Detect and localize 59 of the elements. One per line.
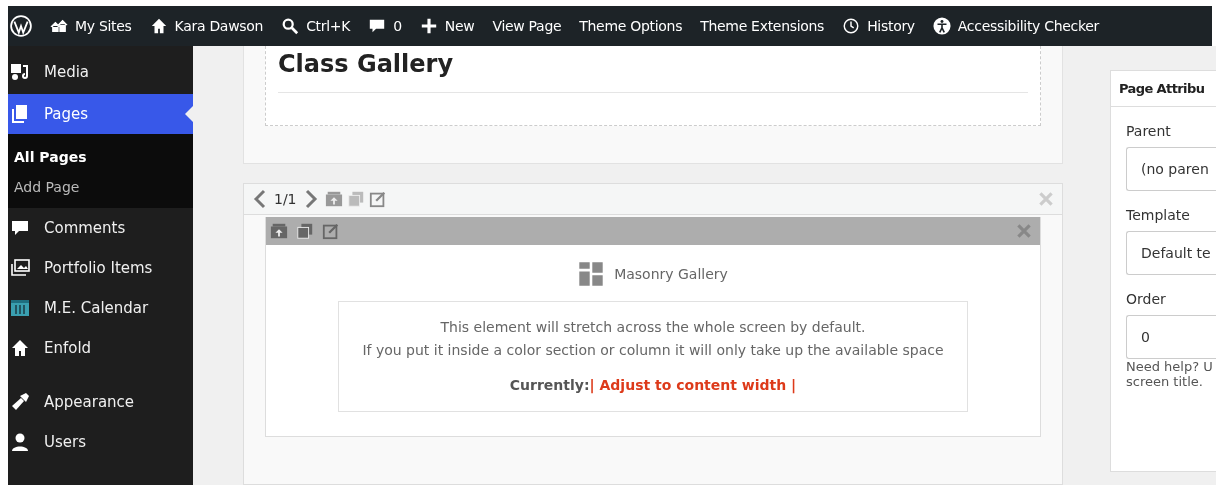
photos-icon xyxy=(10,258,30,278)
pointer-icon xyxy=(185,106,193,122)
menu-item[interactable]: Portfolio Items xyxy=(8,248,193,288)
grid-icon xyxy=(578,261,605,287)
toolbar-link[interactable]: View Page xyxy=(492,18,562,34)
copy-button[interactable] xyxy=(346,190,365,208)
page-counter: 1/1 xyxy=(274,191,297,207)
submenu-item[interactable]: All Pages xyxy=(8,142,193,172)
menu-item[interactable]: Media xyxy=(8,52,193,92)
speech-bubble-icon xyxy=(10,218,30,238)
pages-icon xyxy=(10,104,30,124)
toolbar-link[interactable]: Accessibility Checker xyxy=(957,18,1100,34)
field-label: Template xyxy=(1126,207,1191,223)
notice-text: This element will stretch across the whole screen by default. xyxy=(439,318,867,337)
toolbar-link[interactable]: Theme Options xyxy=(579,18,683,34)
setting-label: Currently: xyxy=(509,377,590,393)
menu-item[interactable]: Users xyxy=(8,422,193,462)
help-text: Need help? U xyxy=(1126,359,1214,374)
toolbar-link[interactable]: Kara Dawson xyxy=(174,18,264,34)
notice-text: If you put it inside a color section or column it will only take up the available space xyxy=(361,341,945,360)
search-icon xyxy=(281,17,300,35)
paintbrush-icon xyxy=(10,392,30,412)
toolbar-link[interactable]: History xyxy=(867,18,915,34)
home-icon xyxy=(10,338,30,358)
section-title: Class Gallery xyxy=(278,50,455,80)
media-icon xyxy=(10,62,30,82)
element-name: Masonry Gallery xyxy=(614,266,728,282)
edit-button[interactable] xyxy=(322,222,340,240)
field-label: Parent xyxy=(1126,123,1172,139)
toolbar-link[interactable]: Theme Extensions xyxy=(700,18,825,34)
menu-item[interactable]: M.E. Calendar xyxy=(8,288,193,328)
history-icon xyxy=(842,17,861,35)
toolbar-link[interactable]: 0 xyxy=(393,18,402,34)
save-button[interactable] xyxy=(270,222,288,240)
plus-icon xyxy=(419,17,438,35)
copy-button[interactable] xyxy=(296,222,314,240)
toolbar-link[interactable]: My Sites xyxy=(75,18,132,34)
select-field[interactable]: 0 xyxy=(1126,315,1216,359)
home-icon xyxy=(149,17,168,35)
setting-value: | Adjust to content width | xyxy=(589,377,797,393)
wordpress-logo-icon xyxy=(10,15,32,37)
calendar-icon xyxy=(10,298,30,318)
menu-item[interactable]: Pages xyxy=(8,94,193,134)
menu-item[interactable]: Appearance xyxy=(8,382,193,422)
help-text: screen title. xyxy=(1126,374,1204,389)
field-label: Order xyxy=(1126,291,1167,307)
select-field[interactable]: Default te xyxy=(1126,231,1216,275)
select-field[interactable]: (no paren xyxy=(1126,147,1216,191)
toolbar-link[interactable]: New xyxy=(444,18,475,34)
menu-item[interactable]: Enfold xyxy=(8,328,193,368)
panel-title: Page Attribu xyxy=(1111,71,1216,107)
menu-item[interactable]: Comments xyxy=(8,208,193,248)
toolbar-link[interactable]: Ctrl+K xyxy=(306,18,351,34)
submenu-item[interactable]: Add Page xyxy=(8,172,193,202)
save-button[interactable] xyxy=(324,190,343,208)
accessibility-icon xyxy=(932,17,951,35)
edit-button[interactable] xyxy=(368,190,387,208)
houses-icon xyxy=(50,17,68,35)
user-icon xyxy=(10,432,30,452)
